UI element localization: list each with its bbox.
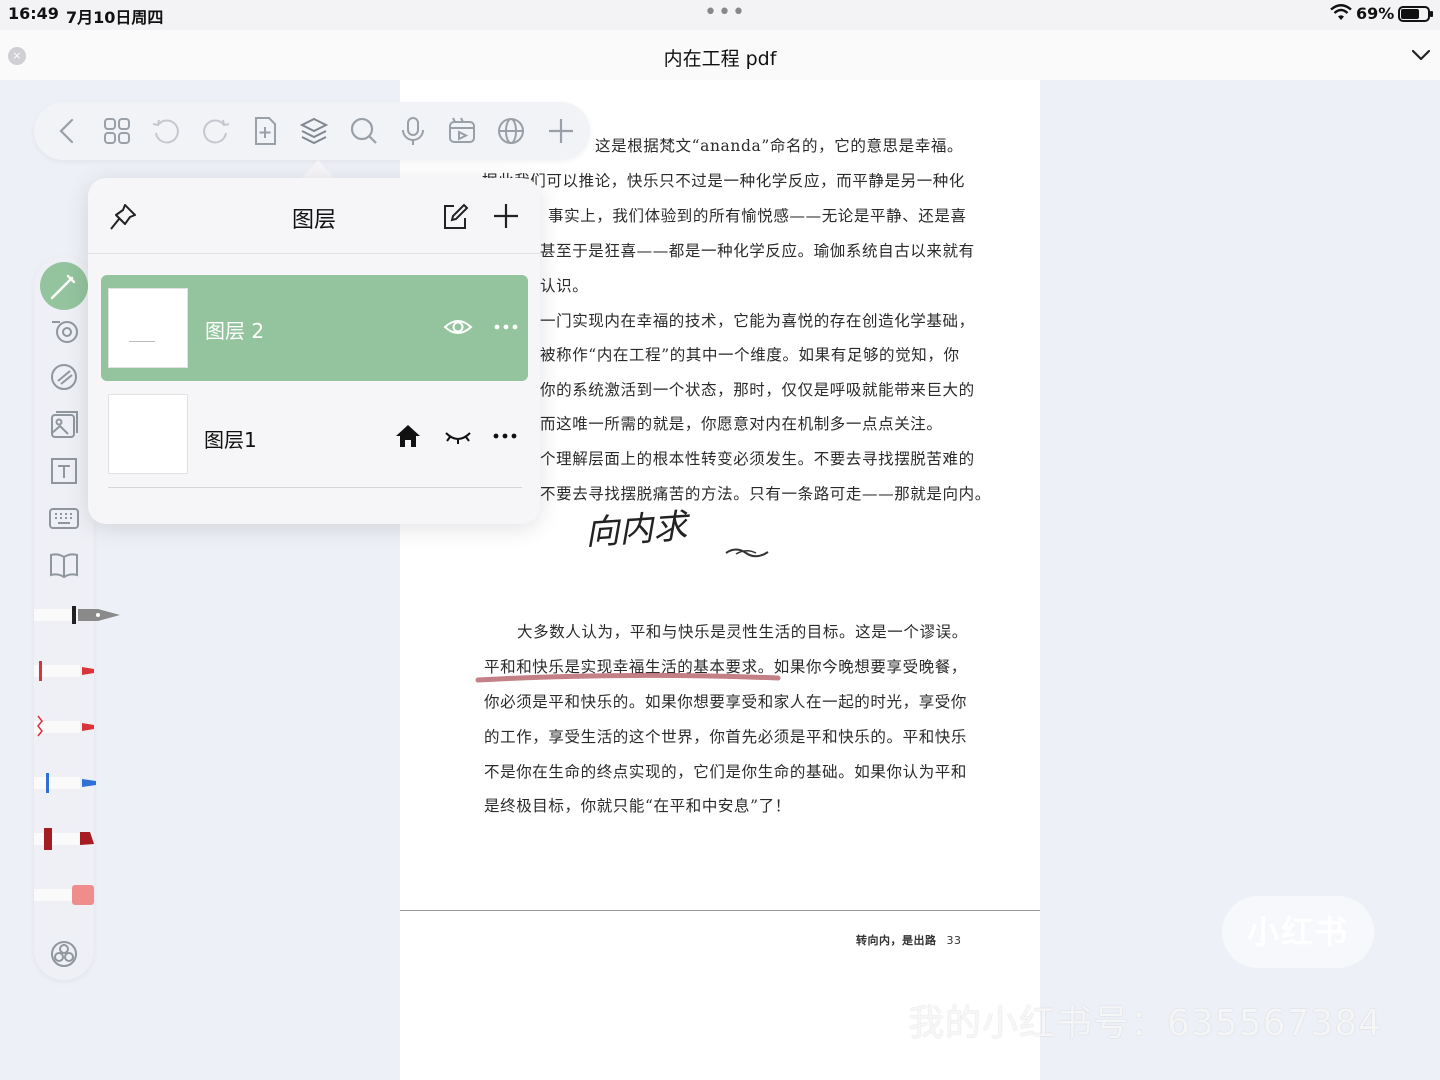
page-number: 33 <box>946 934 962 947</box>
pdf-text-line: 一门实现内在幸福的技术，它能为喜悦的存在创造化学基础， <box>540 312 975 330</box>
media-icon[interactable] <box>446 115 478 147</box>
eye-icon[interactable] <box>443 313 473 345</box>
back-icon[interactable] <box>52 115 84 147</box>
book-icon[interactable] <box>48 549 80 581</box>
layer-name: 图层1 <box>204 428 257 452</box>
battery-fill <box>1401 9 1419 19</box>
dark-red-marker-tool[interactable] <box>34 824 124 854</box>
pdf-text-line: 这是根据梵文“ananda”命名的，它的意思是幸福。 <box>595 137 964 155</box>
red-pen-tool[interactable] <box>34 656 124 686</box>
more-icon[interactable] <box>492 422 518 454</box>
highlight-underline <box>475 672 781 683</box>
pink-highlighter-tool[interactable] <box>34 880 124 910</box>
battery-percent: 69% <box>1356 4 1395 23</box>
add-layer-button[interactable] <box>490 200 522 236</box>
keyboard-icon[interactable] <box>48 502 80 534</box>
status-time: 16:49 <box>8 4 59 23</box>
page-footer: 转向内，是出路 33 <box>856 932 962 948</box>
layer-row-1[interactable]: 图层1 <box>108 384 522 488</box>
pdf-text-line: 甚至于是狂喜——都是一种化学反应。瑜伽系统自古以来就有 <box>540 242 975 260</box>
watermark-logo: 小红书 <box>1222 896 1374 968</box>
layers-icon[interactable] <box>298 115 330 147</box>
pdf-text-line: 事实上，我们体验到的所有愉悦感——无论是平静、还是喜 <box>548 207 967 225</box>
pdf-text-line: 的工作，享受生活的这个世界，你首先必须是平和快乐的。平和快乐 <box>484 728 968 746</box>
pencil-icon[interactable] <box>40 262 88 310</box>
watermark-account: 我的小红书号：635567384 <box>908 1003 1383 1044</box>
ornament-divider <box>725 548 769 558</box>
grid-icon[interactable] <box>101 115 133 147</box>
eraser-icon[interactable] <box>48 314 80 346</box>
text-box-icon[interactable] <box>48 455 80 487</box>
top-toolbar <box>34 102 590 160</box>
home-icon[interactable] <box>394 422 422 454</box>
layer-thumbnail <box>108 288 188 368</box>
image-icon[interactable] <box>48 409 80 441</box>
pdf-text-line: 是终极目标，你就只能“在平和中安息”了！ <box>484 797 791 815</box>
redo-icon[interactable] <box>200 115 232 147</box>
lasso-icon[interactable] <box>48 362 80 394</box>
undo-icon[interactable] <box>150 115 182 147</box>
pdf-text-line: 据此我们可以推论，快乐只不过是一种化学反应，而平静是另一种化 <box>482 172 966 190</box>
status-bar: 16:49 7月10日周四 ••• 69% <box>0 0 1440 30</box>
pdf-text-line: 认识。 <box>540 277 589 295</box>
palette-icon[interactable] <box>48 938 80 970</box>
microphone-icon[interactable] <box>397 115 429 147</box>
layer-thumbnail <box>108 394 188 474</box>
layers-panel-header: 图层 <box>88 178 540 254</box>
edit-icon[interactable] <box>440 202 470 236</box>
pdf-text-line: 而这唯一所需的就是，你愿意对内在机制多一点点关注。 <box>540 415 943 433</box>
chevron-down-icon[interactable] <box>1410 44 1432 70</box>
pdf-text-line: 大多数人认为，平和与快乐是灵性生活的目标。这是一个谬误。 <box>517 623 968 641</box>
pdf-text-line: 你的系统激活到一个状态，那时，仅仅是呼吸就能带来巨大的 <box>540 381 975 399</box>
battery-icon <box>1398 6 1433 22</box>
tool-strip <box>34 256 120 980</box>
plus-icon[interactable] <box>545 115 577 147</box>
pdf-text-line: 不要去寻找摆脱痛苦的方法。只有一条路可走——那就是向内。 <box>540 485 991 503</box>
add-page-icon[interactable] <box>249 115 281 147</box>
search-icon[interactable] <box>348 115 380 147</box>
globe-icon[interactable] <box>495 115 527 147</box>
handwritten-note: 向内求 <box>583 506 689 554</box>
layers-panel: 图层 图层 2 图层1 <box>88 178 540 524</box>
fountain-pen-tool[interactable] <box>34 600 124 630</box>
pdf-text-line: 个理解层面上的根本性转变必须发生。不要去寻找摆脱苦难的 <box>540 450 975 468</box>
more-icon[interactable] <box>493 313 519 345</box>
title-bar: × 内在工程 pdf <box>0 30 1440 80</box>
wifi-icon <box>1330 4 1352 26</box>
pdf-text-line: 你必须是平和快乐的。如果你想要享受和家人在一起的时光，享受你 <box>484 693 968 711</box>
status-date: 7月10日周四 <box>66 8 164 27</box>
layers-panel-title: 图层 <box>291 208 336 233</box>
multitask-dots[interactable]: ••• <box>704 0 746 25</box>
pdf-text-line: 不是你在生命的终点实现的，它们是你生命的基础。如果你认为平和 <box>484 763 968 781</box>
page-divider <box>400 910 1040 911</box>
blue-pen-tool[interactable] <box>34 768 124 798</box>
layer-name: 图层 2 <box>205 319 265 343</box>
footer-title: 转向内，是出路 <box>856 934 937 947</box>
red-brush-tool[interactable] <box>34 712 124 742</box>
eye-closed-icon[interactable] <box>443 422 473 454</box>
layer-row-2[interactable]: 图层 2 <box>101 275 528 381</box>
popover-arrow <box>302 160 334 178</box>
document-title: 内在工程 pdf <box>663 48 777 70</box>
pdf-text-line: 被称作“内在工程”的其中一个维度。如果有足够的觉知，你 <box>540 346 960 364</box>
